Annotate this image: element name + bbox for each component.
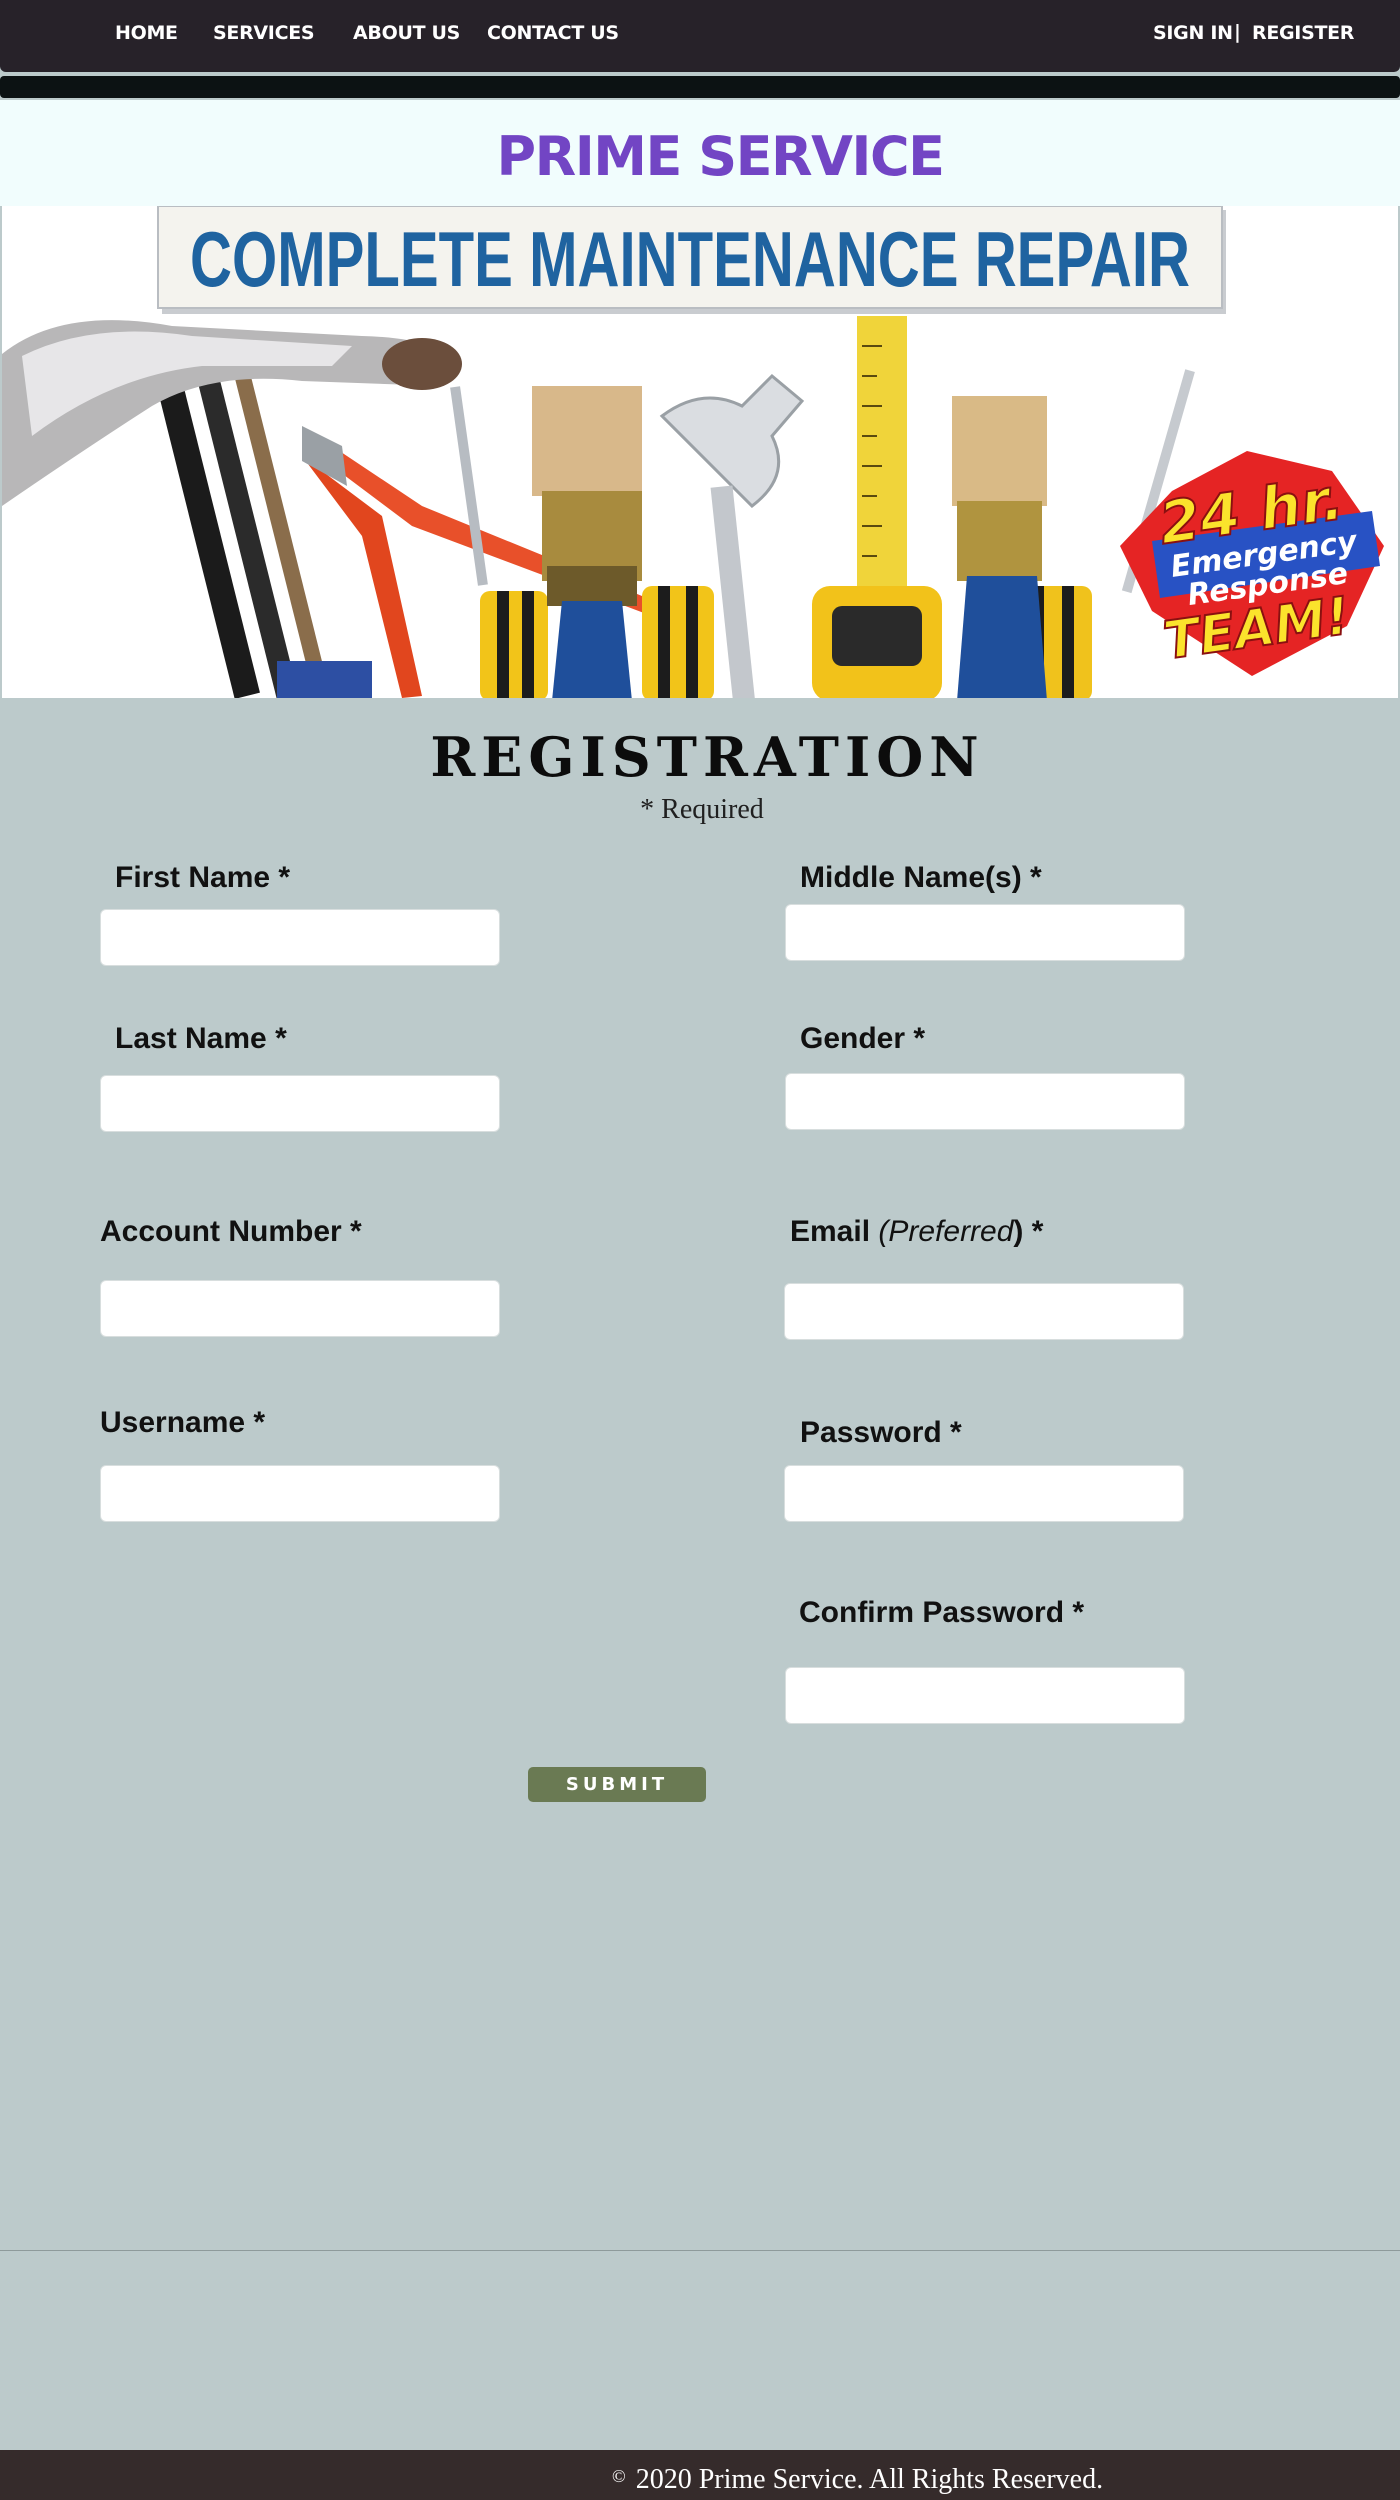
email-label-suffix: ) * [1013, 1215, 1044, 1248]
last-name-field[interactable] [100, 1075, 500, 1132]
gender-label: Gender * [800, 1022, 926, 1055]
gender-field[interactable] [785, 1073, 1185, 1130]
copyright-symbol: © [612, 2466, 626, 2486]
username-label: Username * [100, 1406, 266, 1439]
nav-link-home[interactable]: HOME [115, 22, 178, 44]
registration-title: REGISTRATION [430, 725, 985, 789]
navbar-bottom-strip [0, 76, 1400, 98]
first-name-field[interactable] [100, 909, 500, 966]
site-title[interactable]: PRIME SERVICE [0, 125, 1400, 188]
password-label: Password * [800, 1416, 962, 1449]
nav-link-about-us[interactable]: ABOUT US [353, 22, 460, 44]
confirm-password-field[interactable] [785, 1667, 1185, 1724]
account-number-label: Account Number * [100, 1215, 362, 1248]
first-name-label: First Name * [115, 861, 291, 894]
tape-measure-icon [812, 316, 942, 698]
footer-copyright-text: 2020 Prime Service. All Rights Reserved. [635, 2464, 1104, 2495]
banner-sign: COMPLETE MAINTENANCE REPAIR [157, 206, 1226, 314]
account-number-field[interactable] [100, 1280, 500, 1337]
section-divider [0, 2250, 1400, 2251]
required-note: * Required [640, 794, 764, 825]
footer-copyright: © 2020 Prime Service. All Rights Reserved… [612, 2464, 1103, 2496]
top-navbar: HOME SERVICES ABOUT US CONTACT US SIGN I… [0, 0, 1400, 72]
username-field[interactable] [100, 1465, 500, 1522]
nav-link-contact-us[interactable]: CONTACT US [487, 22, 619, 44]
nav-separator: | [1234, 21, 1241, 43]
submit-button[interactable]: SUBMIT [528, 1767, 706, 1802]
nav-link-services[interactable]: SERVICES [213, 22, 315, 44]
confirm-password-label: Confirm Password * [799, 1596, 1085, 1629]
email-label: Email (Preferred) * [790, 1215, 1043, 1249]
paintbrush-icon [532, 386, 1047, 698]
banner-headline: COMPLETE MAINTENANCE REPAIR [190, 215, 1190, 303]
banner-image: COMPLETE MAINTENANCE REPAIR 24 hr. Emerg… [2, 206, 1398, 698]
last-name-label: Last Name * [115, 1022, 287, 1055]
email-label-text: Email [790, 1215, 879, 1248]
middle-name-label: Middle Name(s) * [800, 861, 1042, 894]
register-link[interactable]: REGISTER [1252, 22, 1354, 44]
sign-in-link[interactable]: SIGN IN [1153, 22, 1233, 44]
email-label-preferred: (Preferred [878, 1215, 1014, 1248]
middle-name-field[interactable] [785, 904, 1185, 961]
email-field[interactable] [784, 1283, 1184, 1340]
password-field[interactable] [784, 1465, 1184, 1522]
